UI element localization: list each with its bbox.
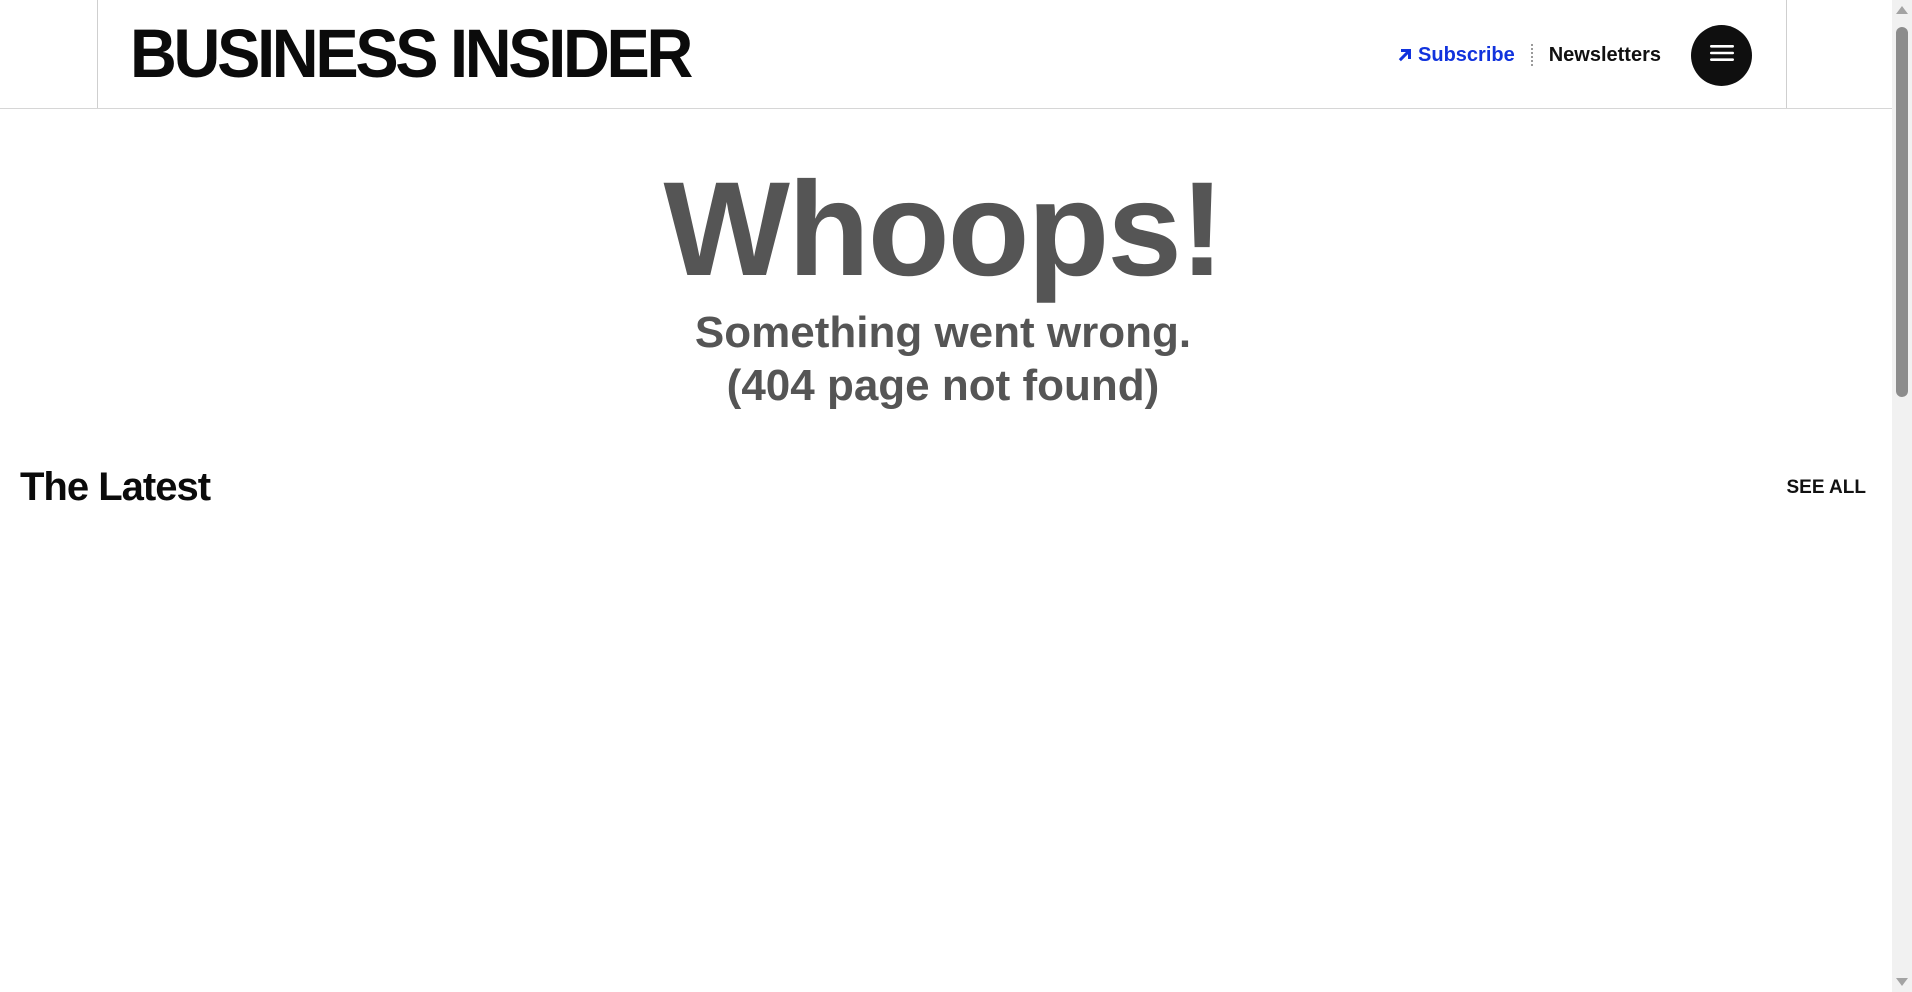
page: BUSINESS INSIDER Subscribe Newsletters W… — [0, 0, 1912, 992]
hamburger-menu-icon — [1709, 44, 1734, 67]
menu-button[interactable] — [1691, 24, 1752, 86]
scrollbar-thumb[interactable] — [1896, 27, 1908, 397]
header-divider — [1530, 44, 1533, 66]
scroll-up-arrow-icon[interactable] — [1896, 6, 1908, 14]
see-all-link[interactable]: SEE ALL — [1786, 476, 1866, 500]
scroll-down-arrow-icon[interactable] — [1896, 978, 1908, 986]
error-line-2: (404 page not found) — [726, 361, 1160, 410]
latest-section-header: The Latest SEE ALL — [20, 462, 1866, 512]
error-title: Whoops! — [663, 155, 1224, 304]
site-header: BUSINESS INSIDER Subscribe Newsletters — [0, 0, 1892, 109]
latest-title: The Latest — [20, 465, 211, 509]
header-actions: Subscribe Newsletters — [1397, 24, 1752, 86]
vertical-scrollbar[interactable] — [1892, 0, 1912, 992]
subscribe-label: Subscribe — [1418, 43, 1515, 66]
site-logo[interactable]: BUSINESS INSIDER — [130, 18, 693, 90]
error-message: Whoops! Something went wrong. (404 page … — [0, 160, 1886, 412]
subscribe-link[interactable]: Subscribe — [1397, 44, 1515, 67]
error-line-1: Something went wrong. — [694, 308, 1192, 357]
error-subtitle: Something went wrong. (404 page not foun… — [0, 306, 1886, 412]
header-inner: BUSINESS INSIDER Subscribe Newsletters — [97, 0, 1787, 108]
newsletters-link[interactable]: Newsletters — [1549, 44, 1661, 67]
arrow-up-right-icon — [1397, 47, 1413, 63]
